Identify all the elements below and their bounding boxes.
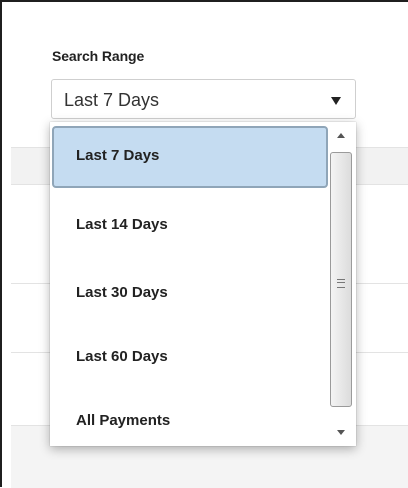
scroll-track[interactable]: [330, 152, 352, 412]
scroll-thumb[interactable]: [330, 152, 352, 407]
option-last-14-days[interactable]: Last 14 Days: [52, 195, 328, 255]
option-all-payments[interactable]: All Payments: [52, 391, 328, 451]
caret-down-icon: [331, 97, 341, 105]
dropdown-scrollbar[interactable]: [330, 127, 353, 441]
selected-range-value: Last 7 Days: [64, 90, 160, 110]
option-last-7-days[interactable]: Last 7 Days: [52, 126, 328, 188]
grip-icon: [337, 279, 345, 288]
search-range-select[interactable]: Last 7 Days: [51, 79, 356, 119]
option-last-60-days[interactable]: Last 60 Days: [52, 327, 328, 387]
option-last-30-days[interactable]: Last 30 Days: [52, 263, 328, 323]
search-range-label: Search Range: [52, 48, 145, 64]
scroll-down-arrow-icon[interactable]: [337, 430, 345, 435]
search-range-dropdown: Last 7 Days Last 14 Days Last 30 Days La…: [50, 122, 356, 446]
scroll-up-arrow-icon[interactable]: [337, 133, 345, 138]
